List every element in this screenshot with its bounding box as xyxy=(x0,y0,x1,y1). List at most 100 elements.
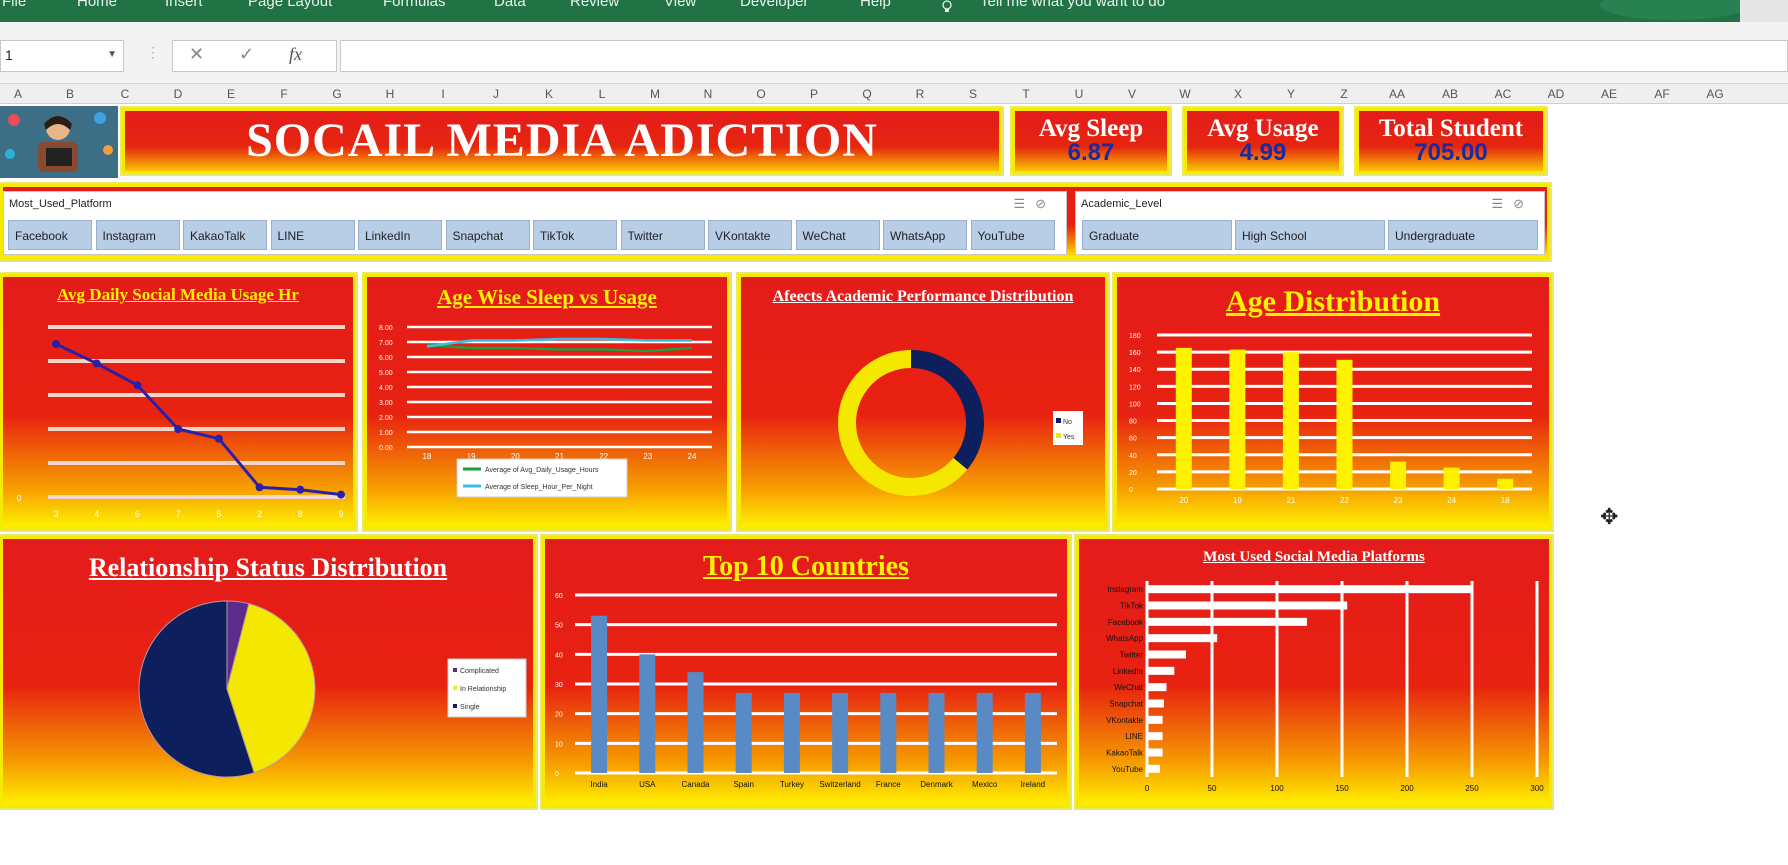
slicer-academic-level[interactable]: Academic_Level ☰⊘ Graduate High School Und… xyxy=(1075,191,1545,255)
slicer-button[interactable]: Twitter xyxy=(620,220,705,250)
column-header[interactable]: W xyxy=(1170,87,1200,101)
kpi-value: 4.99 xyxy=(1239,139,1287,166)
slicer-button[interactable]: Instagram xyxy=(95,220,180,250)
kpi-value: 6.87 xyxy=(1067,139,1115,166)
slicer-button[interactable]: Graduate xyxy=(1082,220,1232,250)
worksheet[interactable]: SOCAIL MEDIA ADICTION ANALYSIS Avg Sleep… xyxy=(0,104,1788,865)
column-header[interactable]: AF xyxy=(1647,87,1677,101)
column-header[interactable]: AC xyxy=(1488,87,1518,101)
data-point xyxy=(296,485,305,494)
column-header[interactable]: I xyxy=(428,87,458,101)
enter-icon[interactable]: ✓ xyxy=(239,44,254,65)
chevron-down-icon[interactable]: ▼ xyxy=(107,49,117,60)
column-header[interactable]: X xyxy=(1223,87,1253,101)
y-tick-label: 40 xyxy=(555,652,563,659)
slicer-button[interactable]: YouTube xyxy=(970,220,1055,250)
slicer-button[interactable]: Snapchat xyxy=(445,220,530,250)
column-header[interactable]: AB xyxy=(1435,87,1465,101)
column-header[interactable]: B xyxy=(55,87,85,101)
tell-me-search[interactable]: Tell me what you want to do xyxy=(980,0,1165,10)
legend-label: No xyxy=(1063,419,1072,426)
x-tick-label: Canada xyxy=(681,780,710,789)
x-tick-label: 2 xyxy=(257,509,262,519)
tab-page-layout[interactable]: Page Layout xyxy=(248,0,332,10)
slicer-button[interactable]: Facebook xyxy=(8,220,92,250)
y-tick-label: YouTube xyxy=(1112,765,1144,774)
tab-view[interactable]: View xyxy=(664,0,696,10)
slicer-button[interactable]: VKontakte xyxy=(708,220,792,250)
cancel-icon[interactable]: ✕ xyxy=(189,44,204,65)
name-box[interactable]: 1 ▼ xyxy=(0,40,124,72)
drag-handle-icon[interactable]: ⋮ xyxy=(146,44,160,61)
insert-function-button[interactable]: fx xyxy=(289,44,302,65)
y-tick-label: Instagram xyxy=(1107,585,1143,594)
column-header[interactable]: N xyxy=(693,87,723,101)
bar xyxy=(1147,764,1160,773)
column-header[interactable]: U xyxy=(1064,87,1094,101)
slicer-button[interactable]: WeChat xyxy=(795,220,880,250)
bar xyxy=(1147,650,1186,659)
tab-insert[interactable]: Insert xyxy=(165,0,203,10)
column-header[interactable]: AE xyxy=(1594,87,1624,101)
column-header[interactable]: C xyxy=(110,87,140,101)
clear-filter-icon[interactable]: ⊘ xyxy=(1035,196,1056,211)
x-tick-label: 7 xyxy=(176,509,181,519)
column-header[interactable]: Q xyxy=(852,87,882,101)
column-header[interactable]: M xyxy=(640,87,670,101)
column-header[interactable]: K xyxy=(534,87,564,101)
legend-label: Single xyxy=(460,704,480,711)
slicer-button[interactable]: LinkedIn xyxy=(358,220,442,250)
column-header[interactable]: A xyxy=(3,87,33,101)
x-tick-label: 24 xyxy=(1447,496,1456,505)
column-header[interactable]: Y xyxy=(1276,87,1306,101)
column-header[interactable]: AG xyxy=(1700,87,1730,101)
tab-help[interactable]: Help xyxy=(860,0,891,10)
tab-review[interactable]: Review xyxy=(570,0,619,10)
column-header[interactable]: AD xyxy=(1541,87,1571,101)
column-header[interactable]: AA xyxy=(1382,87,1412,101)
x-tick-label: India xyxy=(590,780,608,789)
multi-select-icon[interactable]: ☰ xyxy=(1013,196,1035,211)
column-header[interactable]: D xyxy=(163,87,193,101)
formula-input[interactable] xyxy=(340,40,1788,72)
column-header[interactable]: G xyxy=(322,87,352,101)
slicer-button[interactable]: TikTok xyxy=(533,220,617,250)
y-tick-label: 160 xyxy=(1129,350,1141,357)
tab-home[interactable]: Home xyxy=(77,0,117,10)
data-point xyxy=(174,425,183,433)
slicer-actions: ☰⊘ xyxy=(1013,196,1056,212)
tab-data[interactable]: Data xyxy=(494,0,526,10)
column-header[interactable]: H xyxy=(375,87,405,101)
column-header[interactable]: T xyxy=(1011,87,1041,101)
column-header[interactable]: Z xyxy=(1329,87,1359,101)
slicer-button[interactable]: LINE xyxy=(270,220,355,250)
tab-file[interactable]: File xyxy=(2,0,26,10)
panel-sleep-usage: Age Wise Sleep vs Usage 0.00 1.00 2.00 3.00… xyxy=(364,274,730,530)
slicer-button[interactable]: Undergraduate xyxy=(1388,220,1538,250)
clear-filter-icon[interactable]: ⊘ xyxy=(1513,196,1534,211)
column-header[interactable]: P xyxy=(799,87,829,101)
y-tick-label: 100 xyxy=(1129,401,1141,408)
column-header[interactable]: S xyxy=(958,87,988,101)
column-header[interactable]: L xyxy=(587,87,617,101)
slicer-button[interactable]: KakaoTalk xyxy=(183,220,267,250)
data-point xyxy=(133,381,142,390)
column-header[interactable]: F xyxy=(269,87,299,101)
legend-label: In Relationship xyxy=(460,686,506,693)
column-header[interactable]: R xyxy=(905,87,935,101)
slicer-button[interactable]: WhatsApp xyxy=(883,220,967,250)
y-tick-label: 20 xyxy=(555,712,563,719)
y-tick-label: VKontakte xyxy=(1106,716,1143,725)
x-tick-label: 21 xyxy=(1286,496,1295,505)
multi-select-icon[interactable]: ☰ xyxy=(1491,196,1513,211)
legend-box xyxy=(456,458,628,498)
column-header[interactable]: O xyxy=(746,87,776,101)
slicer-most-used-platform[interactable]: Most_Used_Platform ☰⊘ Facebook Instagram K… xyxy=(3,191,1067,255)
tab-developer[interactable]: Developer xyxy=(740,0,808,10)
slicer-button[interactable]: High School xyxy=(1235,220,1385,250)
tab-formulas[interactable]: Formulas xyxy=(383,0,446,10)
column-header[interactable]: E xyxy=(216,87,246,101)
column-header[interactable]: J xyxy=(481,87,511,101)
ribbon-tabs: File Home Insert Page Layout Formulas Da… xyxy=(0,0,1788,22)
column-header[interactable]: V xyxy=(1117,87,1147,101)
